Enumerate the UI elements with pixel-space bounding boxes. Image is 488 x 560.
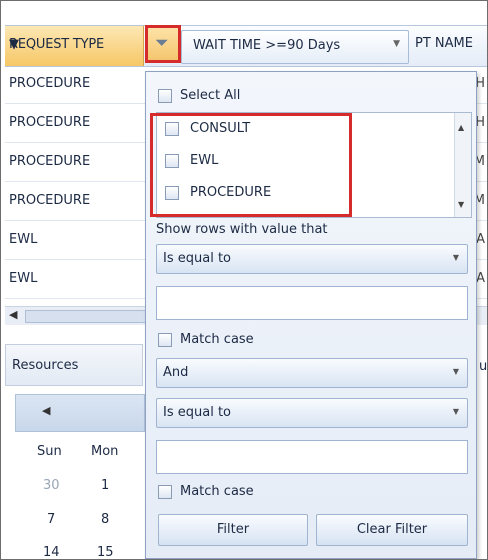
select-all-label: Select All — [180, 88, 241, 103]
calendar-day[interactable]: 15 — [97, 545, 114, 559]
chevron-down-icon: ▼ — [452, 253, 459, 262]
operator-dropdown-value: Is equal to — [163, 251, 231, 266]
cell-request-type: PROCEDURE — [9, 76, 91, 91]
calendar-day[interactable]: 14 — [43, 545, 60, 559]
cell-pt-name: A — [476, 271, 485, 286]
filter-button[interactable]: ⏷ — [145, 25, 181, 63]
screenshot-frame: ▼ REQUEST TYPE ⏷ WAIT TIME >=90 Days ▼ P… — [0, 0, 488, 560]
calendar-prev-button[interactable]: ◀ — [15, 394, 145, 432]
filter-apply-button[interactable]: Filter — [158, 514, 308, 546]
operator-dropdown-value: Is equal to — [163, 405, 231, 420]
column-header-request-type[interactable]: ▼ REQUEST TYPE — [5, 26, 144, 66]
filter-value-input-1[interactable] — [156, 286, 468, 320]
checkbox-icon[interactable] — [165, 185, 179, 200]
filter-option-label: PROCEDURE — [190, 185, 272, 200]
cell-request-type: PROCEDURE — [9, 115, 91, 130]
logic-operator-dropdown[interactable]: And ▼ — [156, 358, 468, 388]
operator-dropdown-2[interactable]: Is equal to ▼ — [156, 398, 468, 428]
checkbox-icon[interactable] — [165, 121, 179, 136]
chevron-down-icon: ▼ — [452, 407, 459, 416]
chevron-left-icon: ◀ — [42, 404, 51, 417]
wait-time-filter-dropdown[interactable]: WAIT TIME >=90 Days ▼ — [181, 30, 409, 64]
calendar-day[interactable]: 1 — [101, 478, 109, 493]
clear-filter-button-label: Clear Filter — [356, 522, 428, 537]
operator-dropdown-1[interactable]: Is equal to ▼ — [156, 244, 468, 274]
calendar-day[interactable]: 7 — [47, 512, 55, 527]
resources-right-fragment: ul — [479, 359, 488, 374]
filter-option-consult[interactable]: CONSULT — [165, 121, 250, 136]
match-case-label: Match case — [180, 332, 254, 347]
cell-request-type: EWL — [9, 271, 38, 286]
cell-request-type: PROCEDURE — [9, 193, 91, 208]
cell-request-type: PROCEDURE — [9, 154, 91, 169]
cell-pt-name: A — [476, 232, 485, 247]
checkbox-icon[interactable] — [158, 332, 172, 347]
column-header-label: REQUEST TYPE — [9, 37, 105, 52]
filter-option-label: EWL — [190, 153, 219, 168]
filter-option-procedure[interactable]: PROCEDURE — [165, 185, 271, 200]
weekday-header: Sun — [37, 444, 62, 459]
resources-title: Resources — [12, 358, 79, 373]
filter-popup: Select All CONSULT EWL PROCEDURE ▲ ▼ Sho… — [145, 71, 477, 559]
weekday-header: Mon — [91, 444, 119, 459]
match-case-checkbox-1[interactable]: Match case — [158, 332, 254, 347]
filter-values-list: CONSULT EWL PROCEDURE ▲ ▼ — [156, 112, 472, 218]
cell-request-type: EWL — [9, 232, 38, 247]
resources-tab[interactable]: Resources — [5, 344, 143, 386]
checkbox-icon[interactable] — [165, 153, 179, 168]
chevron-down-icon: ▼ — [452, 367, 459, 376]
filter-value-input-2[interactable] — [156, 440, 468, 474]
column-header-pt-name[interactable]: PT NAME — [415, 36, 473, 51]
calendar-day[interactable]: 8 — [101, 512, 109, 527]
list-scrollbar[interactable]: ▲ ▼ — [454, 113, 471, 217]
checkbox-icon[interactable] — [158, 88, 172, 103]
scroll-up-icon[interactable]: ▲ — [458, 123, 464, 132]
chevron-down-icon: ▼ — [393, 39, 400, 49]
show-rows-label: Show rows with value that — [156, 222, 328, 237]
funnel-icon: ⏷ — [155, 33, 169, 53]
calendar-day[interactable]: 30 — [43, 478, 60, 493]
select-all-checkbox[interactable]: Select All — [158, 88, 240, 103]
match-case-checkbox-2[interactable]: Match case — [158, 484, 254, 499]
wait-time-filter-label: WAIT TIME >=90 Days — [193, 38, 341, 53]
filter-button-label: Filter — [216, 522, 250, 537]
clear-filter-button[interactable]: Clear Filter — [316, 514, 468, 546]
filter-option-ewl[interactable]: EWL — [165, 153, 218, 168]
checkbox-icon[interactable] — [158, 484, 172, 499]
scrollbar-thumb[interactable] — [25, 310, 157, 323]
logic-operator-value: And — [163, 365, 189, 380]
match-case-label: Match case — [180, 484, 254, 499]
scroll-left-icon[interactable]: ◀ — [9, 308, 17, 321]
filter-option-label: CONSULT — [190, 121, 251, 136]
scroll-down-icon[interactable]: ▼ — [458, 200, 464, 209]
